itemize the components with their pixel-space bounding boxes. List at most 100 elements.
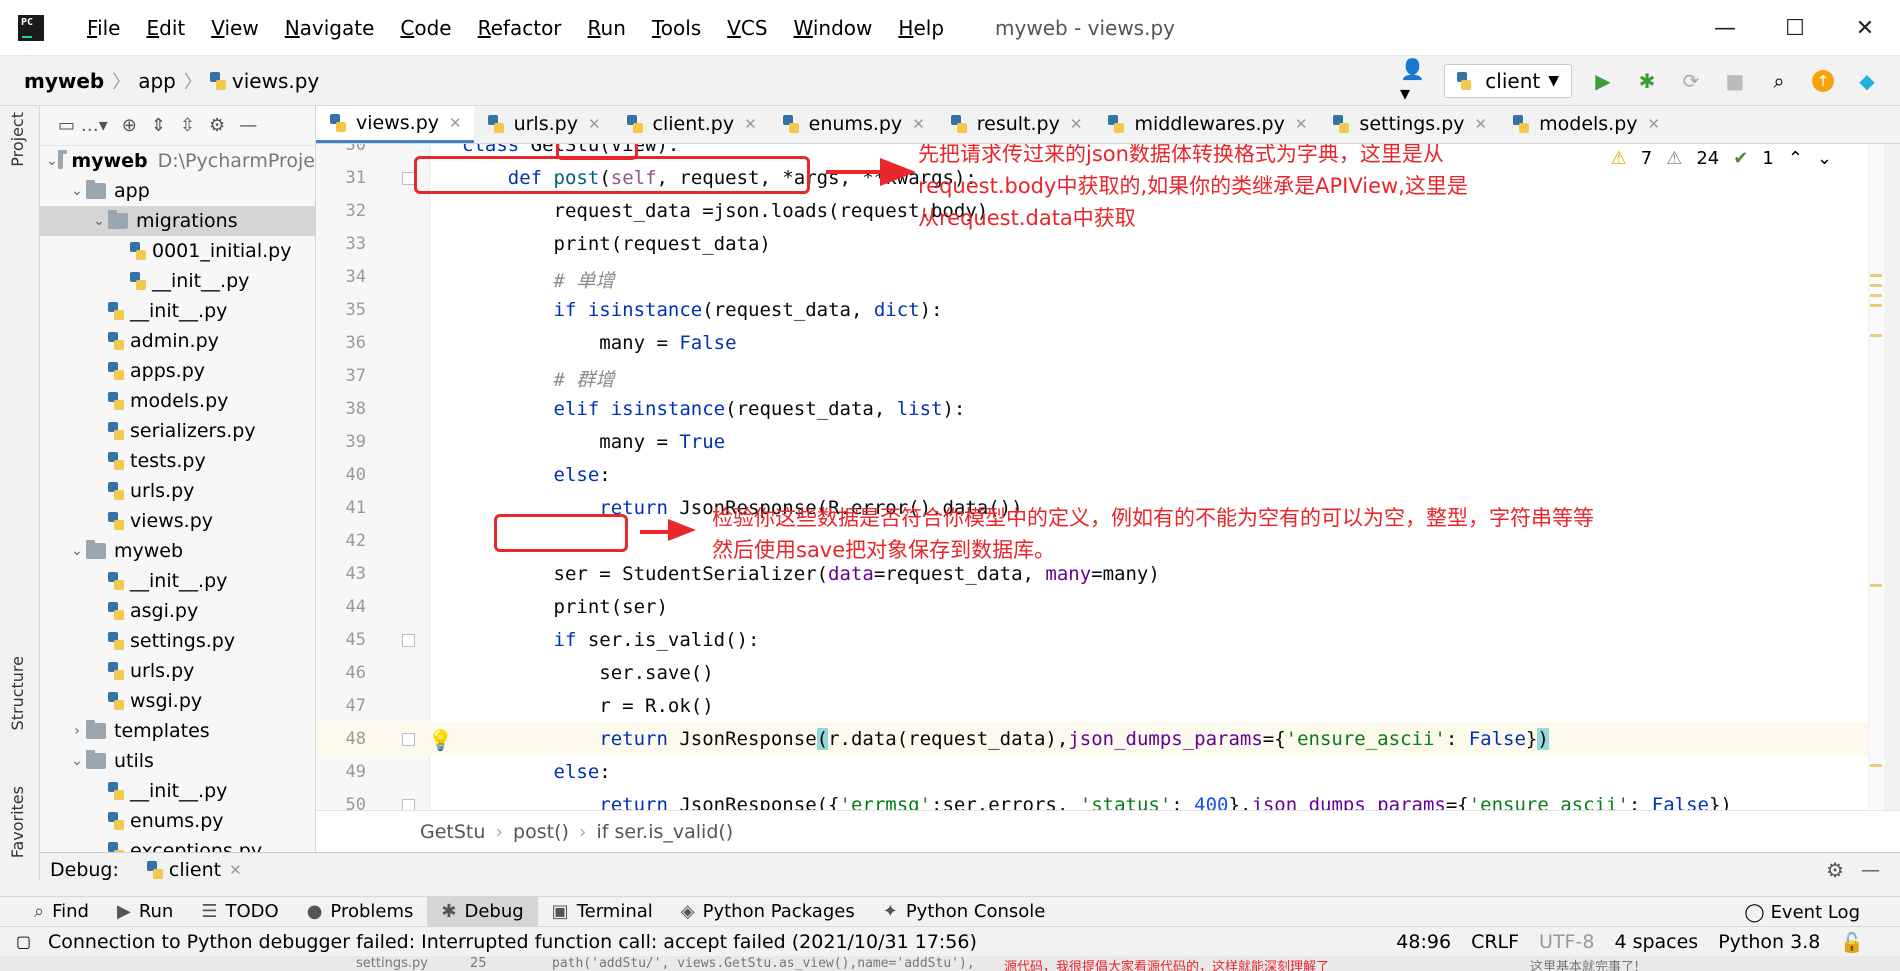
run-config-select[interactable]: client ▼	[1444, 64, 1572, 98]
tree-file[interactable]: __init__.py	[40, 296, 315, 326]
editor-tab[interactable]: client.py ✕	[613, 106, 769, 143]
inspection-widget[interactable]: ⚠ 7 ⚠ 24 ✔ 1 ⌃ ⌄	[1610, 148, 1832, 169]
close-icon[interactable]: ✕	[229, 861, 242, 879]
menu-item[interactable]: View	[198, 16, 271, 40]
close-tab-icon[interactable]: ✕	[588, 115, 601, 133]
code-text[interactable]: else:	[462, 761, 611, 783]
plugin-logo-icon[interactable]: ◆	[1854, 68, 1880, 94]
tree-file[interactable]: 0001_initial.py	[40, 236, 315, 266]
line-number[interactable]: 30	[316, 144, 366, 155]
chevron-down-icon[interactable]: ⌄	[68, 183, 86, 199]
code-text[interactable]: request_data =json.loads(request.body)	[462, 200, 989, 222]
tool-window-python-packages[interactable]: ◈ Python Packages	[667, 897, 869, 927]
tree-file[interactable]: urls.py	[40, 476, 315, 506]
prev-highlight-icon[interactable]: ⌃	[1788, 148, 1803, 169]
code-line[interactable]: 36 many = False	[316, 326, 1884, 359]
code-text[interactable]: # 单增	[462, 266, 615, 293]
line-number[interactable]: 48	[316, 729, 366, 749]
tree-file[interactable]: apps.py	[40, 356, 315, 386]
code-line[interactable]: 37 # 群增	[316, 359, 1884, 392]
line-number[interactable]: 36	[316, 333, 366, 353]
error-stripe-mark[interactable]	[1870, 274, 1882, 277]
maximize-icon[interactable]: ☐	[1760, 0, 1830, 56]
debug-config-tab[interactable]: client	[169, 859, 221, 881]
line-number[interactable]: 46	[316, 663, 366, 683]
line-number[interactable]: 39	[316, 432, 366, 452]
tree-file[interactable]: asgi.py	[40, 596, 315, 626]
chevron-right-icon[interactable]: ›	[68, 723, 86, 739]
menu-item[interactable]: Run	[575, 16, 639, 40]
tree-folder[interactable]: ⌄ utils	[40, 746, 315, 776]
close-tab-icon[interactable]: ✕	[1648, 115, 1661, 133]
tree-file[interactable]: serializers.py	[40, 416, 315, 446]
run-icon[interactable]: ▶	[1590, 68, 1616, 94]
line-number[interactable]: 43	[316, 564, 366, 584]
code-text[interactable]: return JsonResponse(r.data(request_data)…	[462, 728, 1549, 750]
tree-file[interactable]: exceptions.py	[40, 836, 315, 853]
code-text[interactable]: many = False	[462, 332, 736, 354]
tree-folder[interactable]: ⌄ migrations	[40, 206, 315, 236]
tree-file[interactable]: __init__.py	[40, 566, 315, 596]
error-stripe-mark[interactable]	[1870, 304, 1882, 307]
code-area[interactable]: 30 class GetStu(View): 31 def post(self, r…	[316, 144, 1884, 810]
code-text[interactable]: if ser.is_valid():	[462, 629, 760, 651]
code-line[interactable]: 44 print(ser)	[316, 590, 1884, 623]
event-log-button[interactable]: ◯ Event Log	[1744, 897, 1860, 927]
hide-icon[interactable]: —	[1861, 859, 1880, 881]
code-text[interactable]: # 群增	[462, 365, 615, 392]
line-number[interactable]: 47	[316, 696, 366, 716]
debug-bug-icon[interactable]: ✱	[1634, 68, 1660, 94]
menu-item[interactable]: Help	[885, 16, 957, 40]
error-stripe-mark[interactable]	[1870, 584, 1882, 587]
error-stripe-mark[interactable]	[1870, 764, 1882, 767]
chevron-down-icon[interactable]: ⌄	[68, 543, 86, 559]
code-text[interactable]: ser.save()	[462, 662, 713, 684]
tree-folder[interactable]: ⌄ myweb	[40, 536, 315, 566]
indent-setting[interactable]: 4 spaces	[1614, 931, 1698, 953]
toggle-tool-windows-icon[interactable]: ▢	[16, 932, 31, 951]
tool-window-find[interactable]: ⌕ Find	[20, 897, 103, 927]
python-interpreter[interactable]: Python 3.8	[1718, 931, 1820, 953]
code-line[interactable]: 47 r = R.ok()	[316, 689, 1884, 722]
user-icon[interactable]: 👤▾	[1400, 57, 1426, 105]
crumb-project[interactable]: myweb	[24, 69, 104, 93]
code-text[interactable]: elif isinstance(request_data, list):	[462, 398, 966, 420]
favorites-tool-tab[interactable]: Favorites	[8, 786, 27, 858]
tree-folder[interactable]: ⌄ app	[40, 176, 315, 206]
line-number[interactable]: 31	[316, 168, 366, 188]
error-stripe-mark[interactable]	[1870, 294, 1882, 297]
tree-file[interactable]: enums.py	[40, 806, 315, 836]
view-mode-icon[interactable]: ▭ …▾	[58, 115, 108, 136]
lock-icon[interactable]: 🔓	[1840, 931, 1864, 954]
crumb-block[interactable]: if ser.is_valid()	[597, 821, 734, 843]
code-text[interactable]: print(request_data)	[462, 233, 771, 255]
tree-file[interactable]: admin.py	[40, 326, 315, 356]
code-text[interactable]: many = True	[462, 431, 725, 453]
code-line[interactable]: 49 else:	[316, 755, 1884, 788]
tree-file[interactable]: urls.py	[40, 656, 315, 686]
update-icon[interactable]: ↑	[1810, 68, 1836, 94]
code-line[interactable]: 39 many = True	[316, 425, 1884, 458]
tool-window-todo[interactable]: ☰ TODO	[187, 897, 292, 927]
close-tab-icon[interactable]: ✕	[449, 114, 462, 132]
fold-marker-icon[interactable]	[402, 634, 415, 647]
code-text[interactable]: if isinstance(request_data, dict):	[462, 299, 943, 321]
file-encoding[interactable]: UTF-8	[1539, 931, 1594, 953]
editor-tab[interactable]: enums.py ✕	[769, 106, 937, 143]
chevron-down-icon[interactable]: ⌄	[68, 753, 86, 769]
tool-window-terminal[interactable]: ▣ Terminal	[538, 897, 667, 927]
line-number[interactable]: 32	[316, 201, 366, 221]
line-number[interactable]: 49	[316, 762, 366, 782]
tree-file[interactable]: __init__.py	[40, 266, 315, 296]
error-stripe-mark[interactable]	[1870, 334, 1882, 337]
crumb-folder[interactable]: app	[138, 69, 176, 93]
code-line[interactable]: 38 elif isinstance(request_data, list):	[316, 392, 1884, 425]
line-number[interactable]: 42	[316, 531, 366, 551]
fold-marker-icon[interactable]	[402, 799, 415, 810]
close-tab-icon[interactable]: ✕	[1070, 115, 1083, 133]
editor-tab[interactable]: result.py ✕	[937, 106, 1095, 143]
code-line[interactable]: 40 else:	[316, 458, 1884, 491]
search-icon[interactable]: ⌕	[1766, 68, 1792, 94]
minimize-icon[interactable]: —	[1690, 0, 1760, 56]
code-text[interactable]: print(ser)	[462, 596, 668, 618]
